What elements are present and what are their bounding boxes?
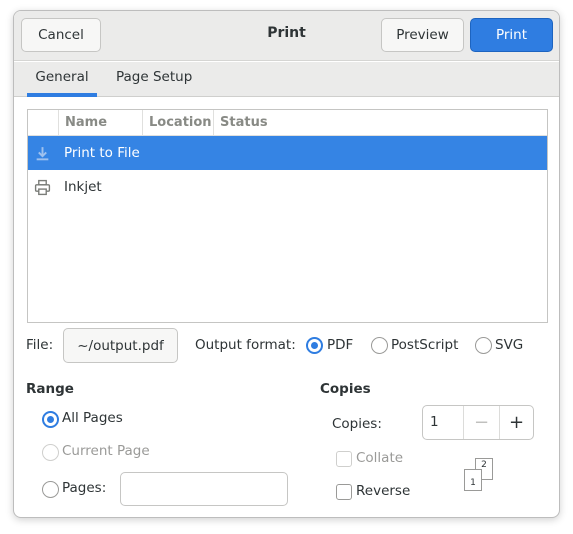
file-label: File:: [26, 337, 54, 353]
radio-postscript-label[interactable]: PostScript: [391, 337, 458, 353]
printer-list[interactable]: Name Location Status Print to File Inkje…: [27, 109, 548, 323]
radio-all-pages[interactable]: [42, 411, 59, 428]
radio-svg-label[interactable]: SVG: [495, 337, 523, 353]
column-location[interactable]: Location: [142, 110, 213, 136]
copies-value[interactable]: 1: [430, 406, 439, 439]
radio-svg[interactable]: [475, 337, 492, 354]
printer-row-inkjet[interactable]: Inkjet: [28, 170, 547, 204]
headerbar: Cancel Print Preview Print: [14, 11, 559, 61]
print-button[interactable]: Print: [470, 18, 553, 52]
printer-name: Inkjet: [64, 179, 102, 195]
preview-button[interactable]: Preview: [381, 18, 464, 52]
file-chooser-button[interactable]: ~/output.pdf: [63, 328, 178, 363]
radio-postscript[interactable]: [371, 337, 388, 354]
printer-name: Print to File: [64, 145, 140, 161]
column-name[interactable]: Name: [58, 110, 142, 136]
printer-icon: [34, 179, 51, 196]
download-icon: [36, 147, 49, 161]
printer-row-print-to-file[interactable]: Print to File: [28, 136, 547, 170]
printer-list-header: Name Location Status: [28, 110, 547, 136]
output-format-label: Output format:: [195, 337, 296, 353]
tab-general[interactable]: General: [27, 62, 97, 97]
radio-pages-label[interactable]: Pages:: [62, 480, 106, 496]
tab-page-setup[interactable]: Page Setup: [116, 62, 192, 97]
radio-pages[interactable]: [42, 481, 59, 498]
radio-all-pages-label[interactable]: All Pages: [62, 410, 123, 426]
tab-bar: General Page Setup: [14, 62, 559, 97]
radio-pdf[interactable]: [306, 337, 323, 354]
copies-spinbutton: 1 − +: [422, 405, 534, 440]
reverse-label[interactable]: Reverse: [356, 483, 410, 499]
range-title: Range: [26, 381, 74, 397]
collate-checkbox[interactable]: [336, 451, 352, 467]
reverse-checkbox[interactable]: [336, 484, 352, 500]
radio-pdf-label[interactable]: PDF: [327, 337, 353, 353]
copies-title: Copies: [320, 381, 371, 397]
collate-page-1: 1: [464, 469, 482, 491]
print-dialog: Cancel Print Preview Print General Page …: [13, 10, 560, 518]
copies-label: Copies:: [332, 416, 382, 432]
pages-input[interactable]: [120, 472, 288, 506]
radio-current-page[interactable]: [42, 444, 59, 461]
column-status[interactable]: Status: [213, 110, 547, 136]
collate-label[interactable]: Collate: [356, 450, 403, 466]
radio-current-page-label[interactable]: Current Page: [62, 443, 150, 459]
decrement-button[interactable]: −: [463, 406, 499, 439]
increment-button[interactable]: +: [499, 406, 533, 439]
